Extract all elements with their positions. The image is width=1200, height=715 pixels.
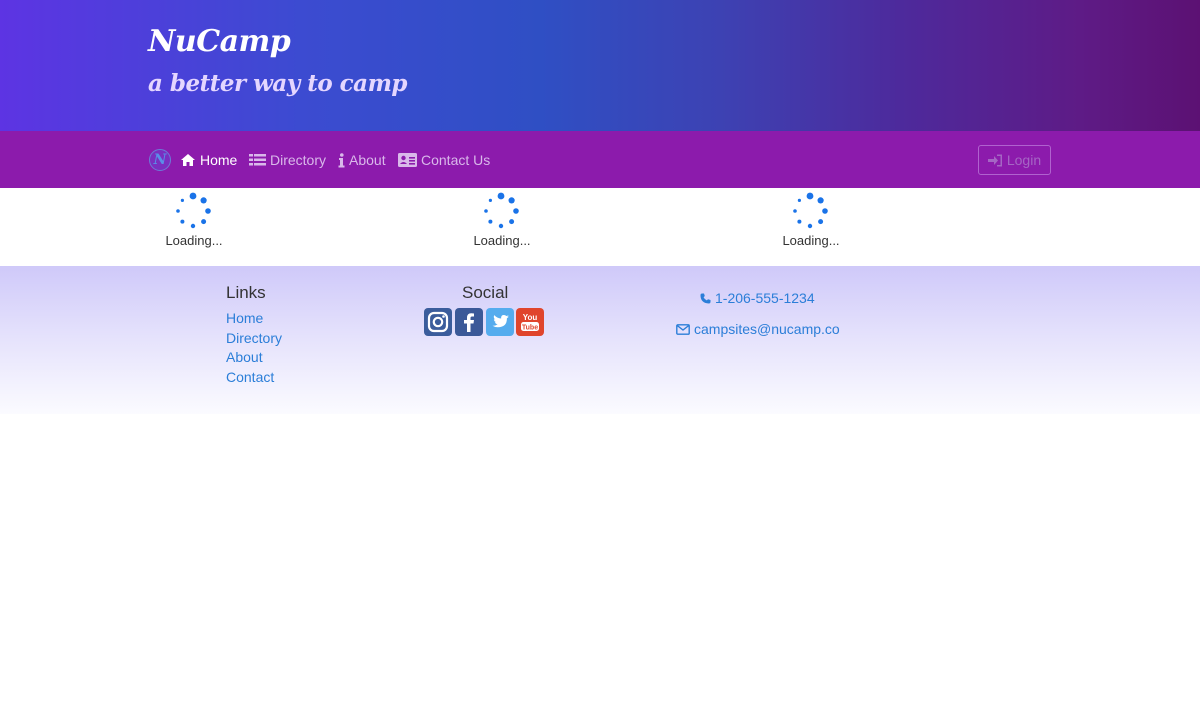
spinner-icon [793,192,828,229]
nav-item-home[interactable]: Home [180,150,237,170]
footer [0,266,1200,414]
home-icon [181,154,195,166]
nav-item-label: Directory [270,152,327,168]
footer-email-link[interactable]: campsites@nucamp.co [676,321,840,337]
loading-label: Loading... [473,233,531,248]
nav-item-about[interactable]: About [338,150,386,170]
twitter-icon[interactable] [486,308,514,336]
footer-phone-link[interactable]: 1-206-555-1234 [700,290,815,306]
nav-item-label: About [349,152,386,168]
footer-link-directory[interactable]: Directory [226,330,282,346]
nav-item-label: Contact Us [421,152,491,168]
nav-item-contact[interactable]: Contact Us [398,150,490,170]
loading-spinner: Loading... [154,192,234,252]
footer-social-heading: Social [462,283,509,302]
facebook-icon[interactable] [455,308,483,336]
envelope-icon [676,323,690,335]
list-icon [249,154,266,166]
email-address: campsites@nucamp.co [694,321,840,337]
spinner-icon [176,192,211,229]
login-button[interactable]: Login [978,145,1051,175]
address-card-icon [398,153,417,167]
loading-spinner: Loading... [771,192,851,252]
footer-link-contact[interactable]: Contact [226,369,274,385]
youtube-icon[interactable]: You Tube [516,308,544,336]
site-title: NuCamp [148,24,291,59]
site-subtitle: a better way to camp [148,70,408,97]
loading-label: Loading... [165,233,223,248]
svg-text:You: You [523,313,538,322]
phone-icon [700,293,711,303]
nav-item-directory[interactable]: Directory [249,150,326,170]
nav-item-label: Home [200,152,238,168]
footer-links-heading: Links [226,283,266,302]
login-label: Login [1006,152,1042,168]
loading-spinner: Loading... [462,192,542,252]
svg-text:Tube: Tube [522,325,538,332]
phone-number: 1-206-555-1234 [715,290,815,306]
header-jumbotron [0,0,1200,131]
info-icon [338,152,345,167]
sign-in-icon [987,154,1002,166]
footer-link-about[interactable]: About [226,349,263,365]
instagram-icon[interactable] [424,308,452,336]
footer-link-home[interactable]: Home [226,310,263,326]
loading-label: Loading... [782,233,840,248]
spinner-icon [484,192,519,229]
brand-logo[interactable]: N [149,149,171,171]
